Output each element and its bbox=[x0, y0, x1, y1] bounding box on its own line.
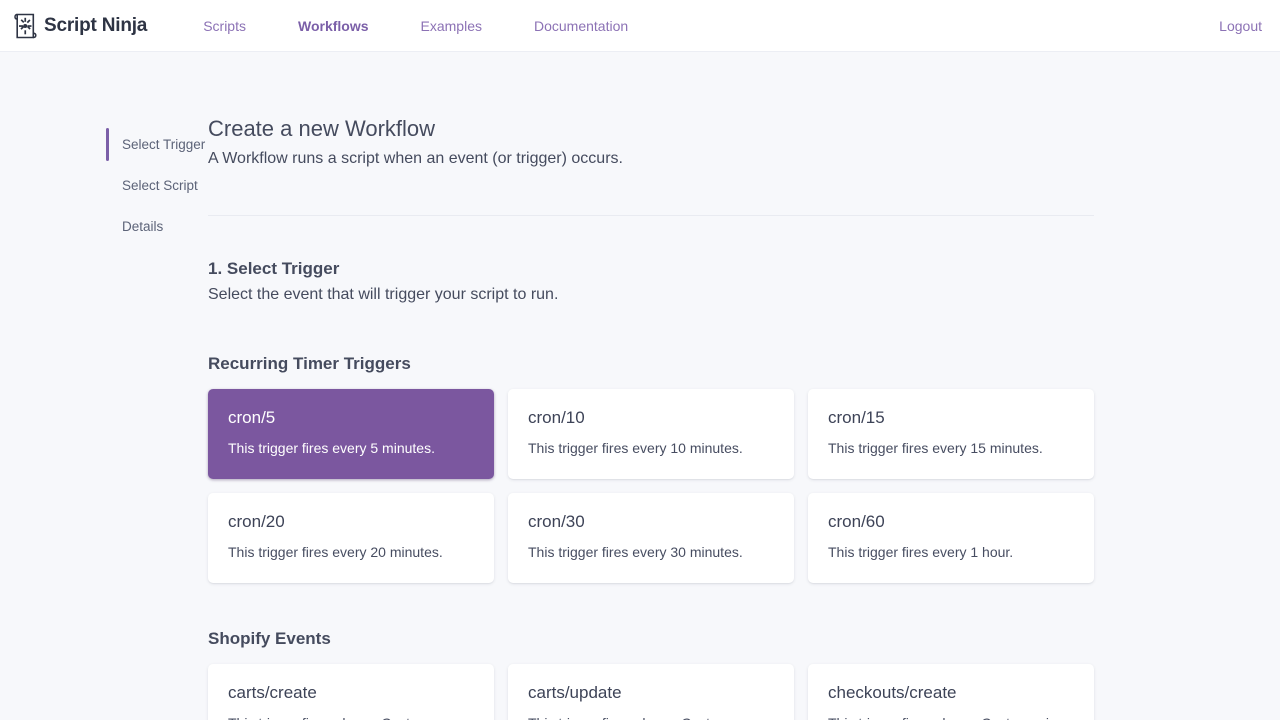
trigger-card-desc: This trigger fires every 5 minutes. bbox=[228, 440, 435, 456]
trigger-card-desc: This trigger fires when a Customer chang… bbox=[528, 713, 774, 720]
sidebar-item-details[interactable]: Details bbox=[106, 206, 208, 247]
trigger-card-carts-update[interactable]: carts/update This trigger fires when a C… bbox=[508, 664, 794, 720]
trigger-card-desc: This trigger fires every 1 hour. bbox=[828, 544, 1014, 560]
trigger-card-title: cron/15 bbox=[828, 408, 885, 427]
page-subtitle: A Workflow runs a script when an event (… bbox=[208, 150, 623, 167]
trigger-card-title: checkouts/create bbox=[828, 683, 957, 702]
nav-link-workflows[interactable]: Workflows bbox=[272, 18, 395, 34]
brand-logo[interactable]: Script Ninja bbox=[14, 13, 147, 39]
page-title: Create a new Workflow bbox=[208, 116, 436, 141]
trigger-card-cron-60[interactable]: cron/60 This trigger fires every 1 hour. bbox=[808, 493, 1094, 583]
trigger-card-cron-30[interactable]: cron/30 This trigger fires every 30 minu… bbox=[508, 493, 794, 583]
main-nav: Scripts Workflows Examples Documentation bbox=[177, 18, 654, 34]
trigger-card-grid-shopify: carts/create This trigger fires when a C… bbox=[208, 664, 1094, 720]
logout-link[interactable]: Logout bbox=[1219, 18, 1262, 34]
nav-link-examples[interactable]: Examples bbox=[395, 18, 508, 34]
trigger-card-title: cron/20 bbox=[228, 512, 285, 531]
step-title: 1. Select Trigger bbox=[208, 259, 340, 278]
trigger-card-carts-create[interactable]: carts/create This trigger fires when a C… bbox=[208, 664, 494, 720]
brand-name: Script Ninja bbox=[44, 14, 148, 36]
trigger-card-desc: This trigger fires when a Customer creat… bbox=[228, 713, 474, 720]
trigger-card-cron-20[interactable]: cron/20 This trigger fires every 20 minu… bbox=[208, 493, 494, 583]
sidebar-item-label: Select Script bbox=[122, 178, 198, 193]
main-content: Create a new Workflow A Workflow runs a … bbox=[208, 114, 1280, 720]
trigger-card-cron-5[interactable]: cron/5 This trigger fires every 5 minute… bbox=[208, 389, 494, 479]
nav-link-documentation[interactable]: Documentation bbox=[508, 18, 654, 34]
page-body: Select Trigger Select Script Details Cre… bbox=[0, 52, 1280, 720]
trigger-card-desc: This trigger fires every 30 minutes. bbox=[528, 544, 743, 560]
trigger-card-title: carts/create bbox=[228, 683, 317, 702]
trigger-card-title: cron/10 bbox=[528, 408, 585, 427]
trigger-card-title: cron/60 bbox=[828, 512, 885, 531]
trigger-card-title: cron/30 bbox=[528, 512, 585, 531]
trigger-card-cron-10[interactable]: cron/10 This trigger fires every 10 minu… bbox=[508, 389, 794, 479]
trigger-card-checkouts-create[interactable]: checkouts/create This trigger fires when… bbox=[808, 664, 1094, 720]
nav-link-scripts[interactable]: Scripts bbox=[177, 18, 272, 34]
trigger-card-grid-recurring: cron/5 This trigger fires every 5 minute… bbox=[208, 389, 1094, 583]
group-title-shopify-events: Shopify Events bbox=[208, 629, 331, 648]
trigger-card-title: carts/update bbox=[528, 683, 622, 702]
trigger-card-cron-15[interactable]: cron/15 This trigger fires every 15 minu… bbox=[808, 389, 1094, 479]
trigger-card-desc: This trigger fires every 20 minutes. bbox=[228, 544, 443, 560]
sidebar-item-select-script[interactable]: Select Script bbox=[106, 165, 208, 206]
app-header: Script Ninja Scripts Workflows Examples … bbox=[0, 0, 1280, 52]
trigger-card-desc: This trigger fires every 15 minutes. bbox=[828, 440, 1043, 456]
group-title-recurring-timer: Recurring Timer Triggers bbox=[208, 354, 411, 373]
step-subtitle: Select the event that will trigger your … bbox=[208, 286, 559, 303]
trigger-card-desc: This trigger fires every 10 minutes. bbox=[528, 440, 743, 456]
trigger-card-desc: This trigger fires when a Customer is cr… bbox=[828, 713, 1074, 720]
scroll-ninja-icon bbox=[14, 13, 37, 39]
workflow-steps-sidebar: Select Trigger Select Script Details bbox=[0, 114, 208, 720]
section-divider bbox=[208, 215, 1094, 216]
trigger-card-title: cron/5 bbox=[228, 408, 276, 427]
sidebar-item-label: Details bbox=[122, 219, 164, 234]
sidebar-item-label: Select Trigger bbox=[122, 137, 206, 152]
sidebar-item-select-trigger[interactable]: Select Trigger bbox=[106, 124, 208, 165]
